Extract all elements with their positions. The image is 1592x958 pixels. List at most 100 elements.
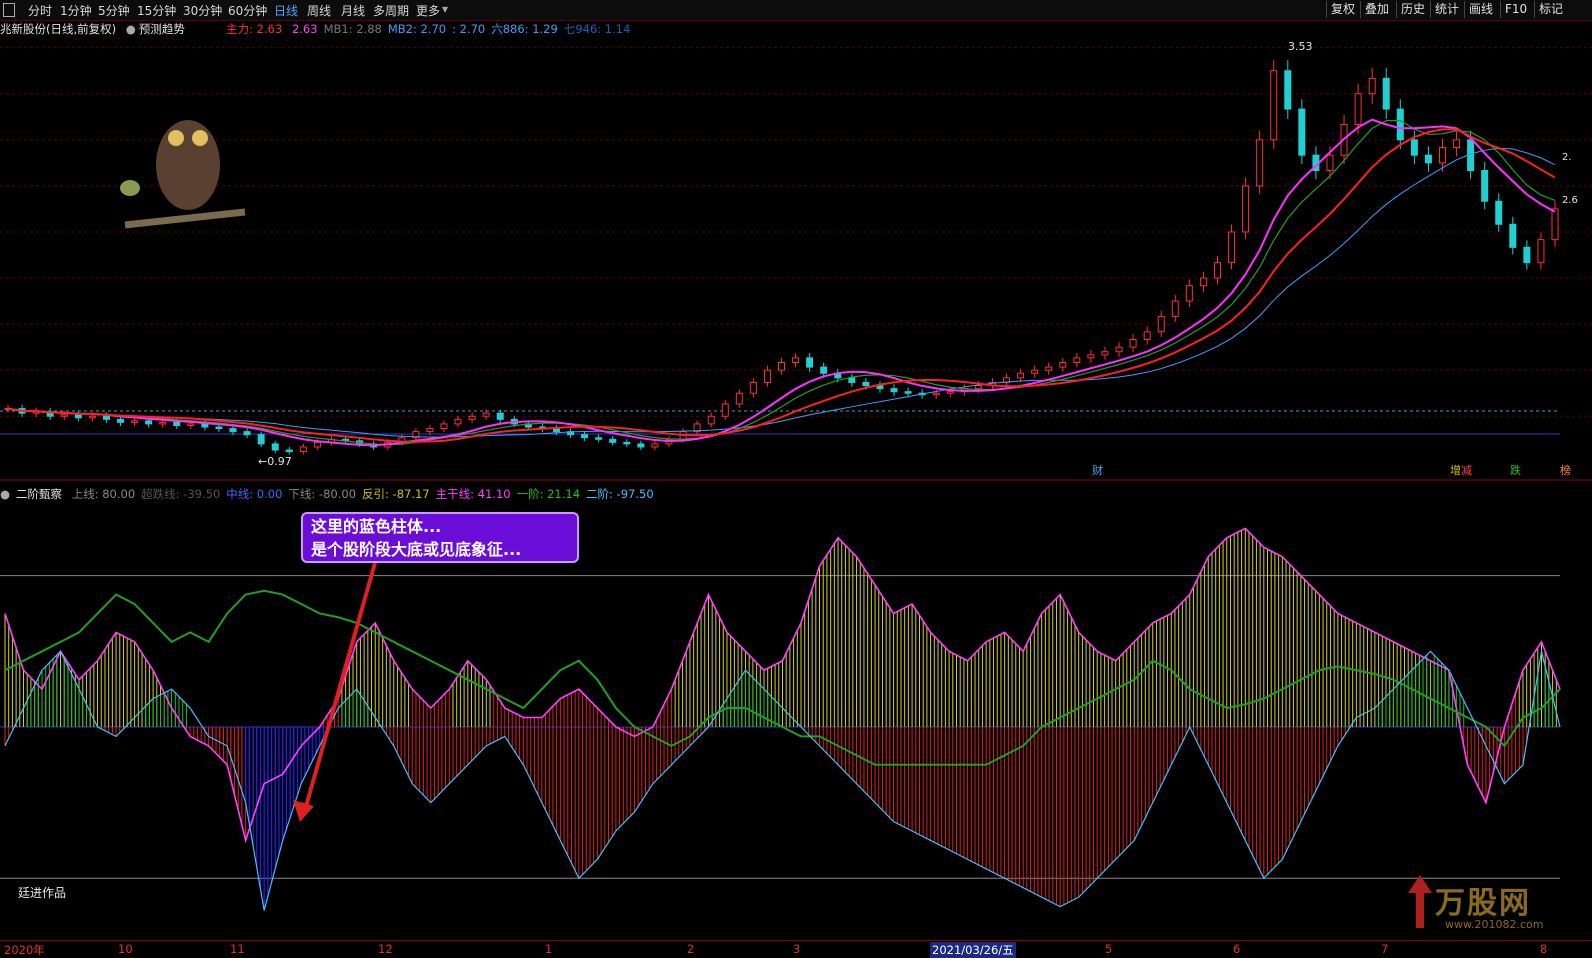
candle-body: [1115, 346, 1123, 353]
candle-body: [1256, 139, 1264, 187]
candle-body: [1228, 231, 1236, 264]
candle-body: [257, 434, 265, 445]
time-label: 6: [1233, 942, 1241, 956]
indicator-value-2: 中线: 0.00: [226, 487, 283, 501]
candle-body: [1199, 277, 1207, 287]
time-label: 3: [793, 942, 801, 956]
candle-body: [1326, 154, 1334, 172]
time-label: 2: [687, 942, 695, 956]
candle-body: [201, 423, 209, 428]
candle-body: [1171, 300, 1179, 317]
candle-body: [806, 357, 814, 368]
time-axis: 2020年 10 11 12 1 2 3 2021/03/26/五 5 6 7 8: [0, 940, 1592, 958]
finance-marker: 财: [1092, 463, 1103, 477]
candle-body: [1382, 77, 1390, 110]
candle-body: [285, 449, 293, 453]
time-label: 8: [1540, 942, 1548, 956]
candle-body: [102, 415, 110, 420]
indicator-value-4: 反引: -87.17: [362, 487, 430, 501]
indicator-value-0: 上线: 80.00: [71, 487, 136, 501]
time-label: 12: [378, 942, 393, 956]
candle-body: [707, 415, 715, 425]
low-price-label: ←0.97: [258, 455, 292, 468]
candle-body: [946, 391, 954, 394]
time-label: 11: [230, 942, 245, 956]
owl-icon: [156, 120, 220, 210]
candle-body: [1495, 200, 1503, 225]
candle-body: [595, 437, 603, 440]
author-label: 廷进作品: [18, 886, 67, 900]
candle-body: [721, 403, 729, 417]
indicator-value-1: 超跌线: -39.50: [141, 487, 221, 501]
candle-body: [1354, 93, 1362, 125]
arrow-head-icon: [293, 800, 314, 822]
candle-body: [778, 362, 785, 371]
candle-body: [468, 415, 476, 420]
candle-body: [145, 420, 153, 425]
candle-body: [60, 414, 68, 417]
candle-body: [1396, 108, 1404, 141]
indicator-value-6: 一阶: 21.14: [516, 487, 581, 501]
candle-body: [862, 381, 870, 387]
collapse-icon[interactable]: ●: [0, 487, 10, 501]
high-price-label: 3.53: [1288, 40, 1313, 53]
candle-body: [440, 423, 448, 430]
decrease-marker: 减: [1461, 464, 1472, 477]
candle-body: [88, 415, 96, 419]
stock-chart: 3.53 ←0.97 2. 2.6 财 增减 跌 榜: [0, 40, 1592, 911]
candle-body: [1424, 154, 1432, 164]
candle-body: [974, 385, 982, 390]
candle-body: [1438, 147, 1446, 164]
candle-body: [1410, 139, 1418, 156]
candle-body: [243, 431, 251, 436]
owl-eye-icon: [168, 130, 184, 146]
candle-body: [1213, 262, 1221, 279]
candle-body: [820, 366, 828, 374]
candle-body: [1270, 70, 1278, 141]
candle-body: [117, 418, 125, 423]
candle-body: [1031, 369, 1039, 374]
annotation-callout: 这里的蓝色柱体... 是个股阶段大底或见底象征...: [301, 512, 579, 563]
candle-body: [1298, 108, 1306, 156]
candle-body: [623, 441, 631, 445]
leaf-icon: [120, 180, 140, 196]
candle-body: [426, 428, 434, 433]
candle-body: [215, 426, 223, 430]
candle-body: [609, 438, 617, 443]
candle-body: [651, 443, 659, 448]
ma-line-blue: [7, 147, 1556, 438]
candle-body: [763, 369, 771, 383]
candle-body: [932, 392, 940, 396]
candle-body: [1101, 351, 1109, 356]
branch-icon: [124, 208, 246, 229]
callout-line-2: 是个股阶段大底或见底象征...: [311, 540, 522, 559]
candle-body: [1242, 185, 1250, 233]
candle-body: [1059, 362, 1067, 368]
candle-body: [1045, 366, 1053, 371]
candle-body: [299, 446, 307, 453]
candle-body: [271, 443, 279, 451]
candle-body: [1368, 77, 1376, 95]
rank-marker: 榜: [1560, 463, 1571, 477]
ma-line-red: [7, 128, 1556, 443]
ma-line-green: [7, 120, 1556, 446]
candle-body: [1453, 139, 1461, 148]
watermark-logo: 万股网 www.201082.com: [1405, 868, 1575, 938]
candle-body: [496, 412, 504, 420]
candle-body: [904, 391, 912, 394]
candle-body: [1523, 246, 1531, 264]
watermark-text: 万股网: [1435, 886, 1531, 921]
candle-body: [890, 388, 898, 393]
time-label: 10: [118, 942, 133, 956]
increase-marker: 增: [1450, 463, 1461, 477]
indicator-values: 上线: 80.00 超跌线: -39.50 中线: 0.00 下线: -80.00 反引…: [72, 487, 660, 501]
candle-body: [735, 392, 743, 405]
ma-line-magenta: [7, 118, 1556, 447]
time-label: 1: [545, 942, 553, 956]
indicator-value-7: 二阶: -97.50: [586, 487, 654, 501]
indicator-header: ● 二阶甄察 上线: 80.00 超跌线: -39.50 中线: 0.00 下线: -8…: [0, 486, 666, 502]
indicator-name: 二阶甄察: [16, 487, 63, 501]
candle-body: [313, 441, 321, 448]
indicator-value-5: 主干线: 41.10: [435, 487, 511, 501]
candle-body: [1284, 70, 1292, 110]
